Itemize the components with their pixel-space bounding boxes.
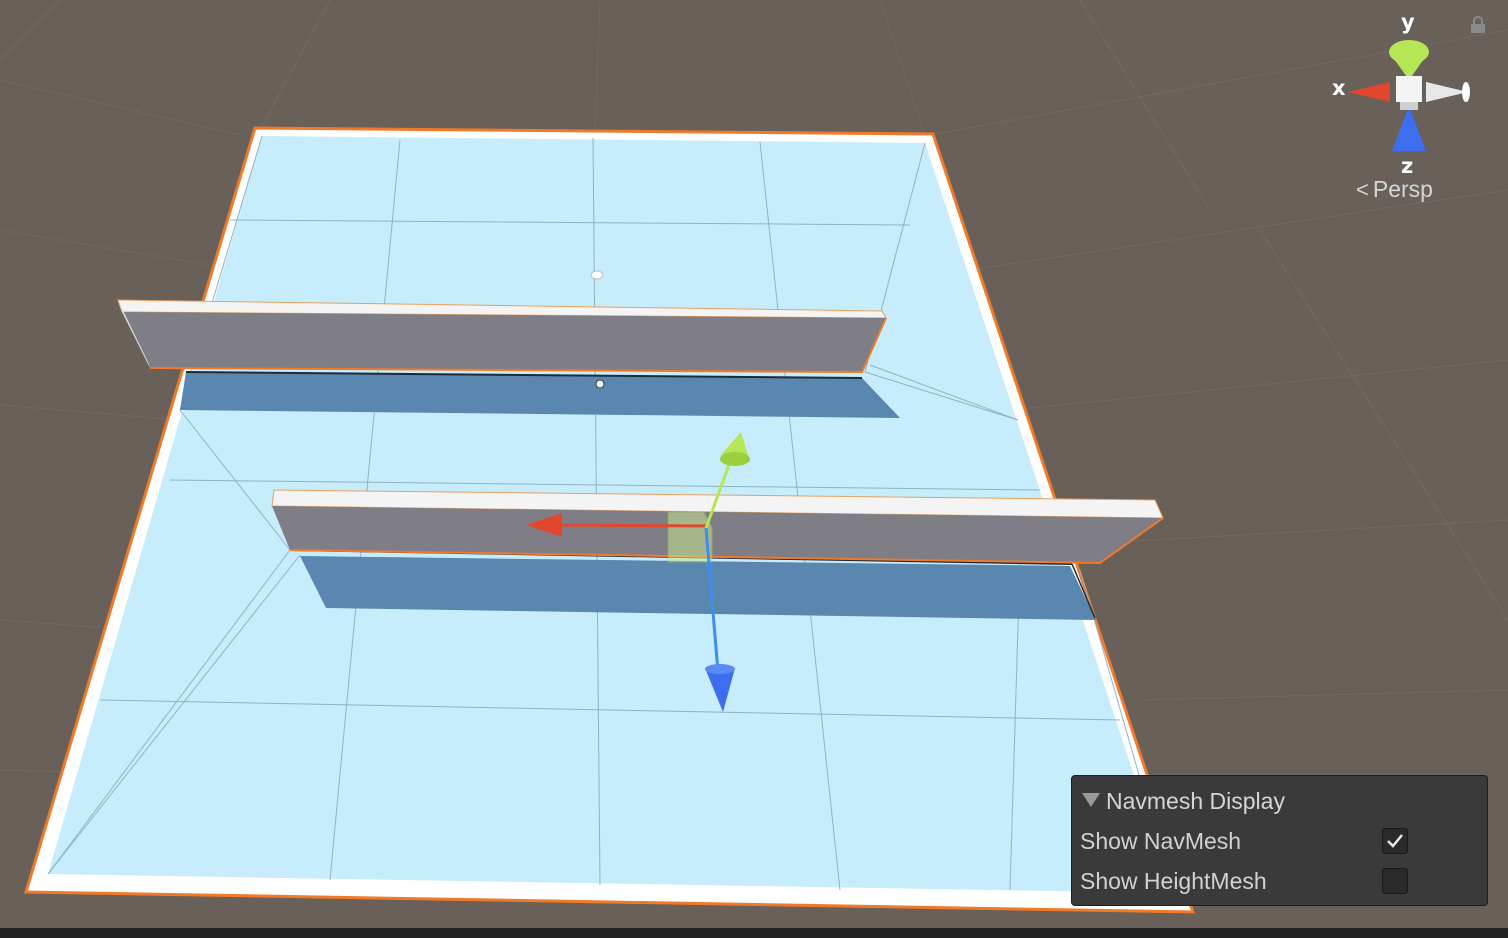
- checkmark-icon: [1387, 834, 1403, 848]
- wall-back[interactable]: [117, 299, 887, 374]
- perspective-toggle[interactable]: < Persp: [1356, 176, 1433, 203]
- show-navmesh-label: Show NavMesh: [1080, 828, 1242, 854]
- navmesh-display-header[interactable]: Navmesh Display: [1082, 788, 1285, 815]
- persp-label: Persp: [1372, 176, 1433, 202]
- pivot-marker: [595, 379, 605, 389]
- show-heightmesh-label: Show HeightMesh: [1080, 868, 1267, 894]
- wall-shadow-back: [180, 372, 900, 418]
- foldout-triangle-icon: [1082, 793, 1100, 807]
- lock-icon[interactable]: [1470, 16, 1486, 34]
- scene-viewport[interactable]: y x z < Persp Navmesh Display Show NavMes…: [0, 0, 1508, 938]
- orientation-gizmo[interactable]: y x z < Persp: [1320, 6, 1490, 206]
- navmesh-display-title: Navmesh Display: [1106, 788, 1285, 814]
- gizmo-x-label[interactable]: x: [1332, 76, 1346, 100]
- show-heightmesh-checkbox[interactable]: [1382, 868, 1408, 894]
- gizmo-y-label[interactable]: y: [1401, 10, 1415, 34]
- point-light-icon[interactable]: [590, 270, 604, 280]
- gizmo-z-label[interactable]: z: [1401, 154, 1413, 178]
- wall-front[interactable]: [271, 489, 1164, 565]
- show-navmesh-checkbox[interactable]: [1382, 828, 1408, 854]
- chevron-left-icon: <: [1356, 177, 1369, 202]
- bottom-border: [0, 928, 1508, 938]
- navmesh-display-panel: Navmesh Display Show NavMesh Show Height…: [1071, 775, 1488, 906]
